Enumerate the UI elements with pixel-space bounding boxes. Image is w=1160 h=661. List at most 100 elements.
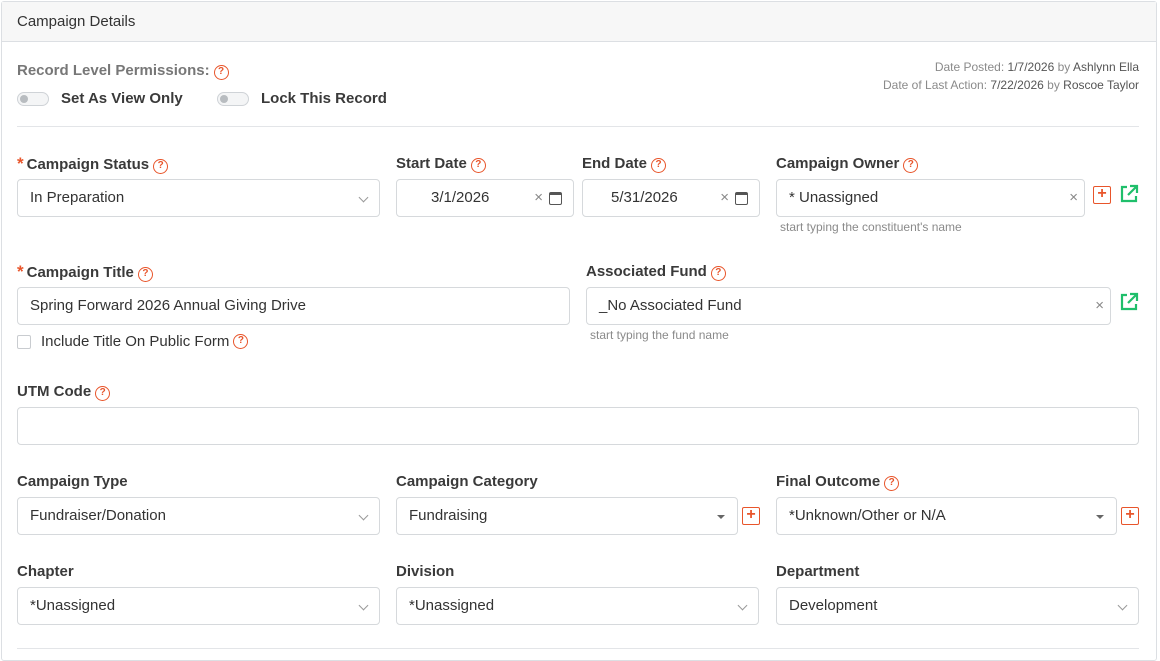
question-circle-icon[interactable]: ?	[884, 476, 900, 491]
division-value: *Unassigned	[409, 597, 495, 614]
final-outcome-select[interactable]: *Unknown/Other or N/A	[776, 497, 1117, 535]
question-circle-icon[interactable]: ?	[137, 267, 153, 282]
associated-fund-input[interactable]: _No Associated Fund ×	[586, 287, 1111, 325]
date-posted-by-word: by	[1057, 60, 1071, 74]
question-circle-icon[interactable]: ?	[95, 386, 111, 401]
question-circle-icon[interactable]: ?	[651, 158, 667, 173]
last-action-by: Roscoe Taylor	[1063, 78, 1139, 92]
end-date-label-text: End Date	[582, 155, 648, 172]
chapter-select[interactable]: *Unassigned	[17, 587, 380, 625]
date-posted-prefix: Date Posted:	[934, 60, 1005, 74]
end-date-input[interactable]: 5/31/2026 ×	[582, 179, 760, 217]
record-permissions-text: Record Level Permissions:	[17, 62, 210, 79]
chapter-value: *Unassigned	[30, 597, 116, 614]
department-label: Department	[776, 563, 860, 580]
campaign-owner-hint: start typing the constituent's name	[780, 220, 962, 234]
lock-record-toggle-group[interactable]: Lock This Record	[217, 90, 387, 107]
end-date-label: End Date?	[582, 155, 667, 173]
department-select[interactable]: Development	[776, 587, 1139, 625]
question-circle-icon[interactable]: ?	[470, 158, 486, 173]
include-title-checkbox-group[interactable]: Include Title On Public Form?	[17, 333, 249, 350]
associated-fund-hint: start typing the fund name	[590, 328, 729, 342]
date-posted-by: Ashlynn Ella	[1072, 60, 1139, 74]
close-icon[interactable]: ×	[534, 180, 543, 216]
bottom-divider	[17, 648, 1139, 649]
final-outcome-value: *Unknown/Other or N/A	[789, 507, 946, 524]
campaign-owner-label-text: Campaign Owner	[776, 155, 900, 172]
caret-down-icon	[717, 515, 725, 519]
department-value: Development	[789, 597, 878, 614]
utm-code-label-text: UTM Code	[17, 383, 92, 400]
chevron-down-icon	[358, 510, 369, 521]
close-icon[interactable]: ×	[1069, 180, 1078, 216]
date-posted-value: 1/7/2026	[1007, 60, 1055, 74]
campaign-title-label-text: Campaign Title	[26, 264, 134, 281]
campaign-title-input[interactable]: Spring Forward 2026 Annual Giving Drive	[17, 287, 570, 325]
chevron-down-icon	[1117, 600, 1128, 611]
chevron-down-icon	[358, 600, 369, 611]
division-select[interactable]: *Unassigned	[396, 587, 759, 625]
campaign-status-value: In Preparation	[30, 189, 125, 206]
campaign-status-label-text: Campaign Status	[26, 156, 150, 173]
campaign-type-select[interactable]: Fundraiser/Donation	[17, 497, 380, 535]
question-circle-icon[interactable]: ?	[153, 159, 169, 174]
plus-square-icon[interactable]: +	[1121, 507, 1139, 525]
last-action-value: 7/22/2026	[990, 78, 1044, 92]
chevron-down-icon	[737, 600, 748, 611]
date-last-action-line: Date of Last Action: 7/22/2026 by Roscoe…	[883, 78, 1139, 92]
campaign-owner-value: * Unassigned	[789, 189, 879, 206]
required-marker: *	[17, 154, 24, 173]
include-title-checkbox[interactable]	[17, 334, 31, 349]
external-link-icon[interactable]	[1119, 184, 1139, 204]
view-only-label: Set As View Only	[61, 90, 183, 107]
campaign-status-select[interactable]: In Preparation	[17, 179, 380, 217]
close-icon[interactable]: ×	[1095, 288, 1104, 324]
view-only-toggle[interactable]	[17, 91, 49, 106]
view-only-toggle-group[interactable]: Set As View Only	[17, 90, 183, 107]
campaign-category-label: Campaign Category	[396, 473, 538, 490]
associated-fund-value: _No Associated Fund	[599, 297, 742, 314]
calendar-icon[interactable]	[735, 192, 748, 205]
question-circle-icon[interactable]: ?	[233, 334, 249, 349]
chapter-label: Chapter	[17, 563, 74, 580]
associated-fund-label: Associated Fund?	[586, 263, 726, 281]
lock-record-toggle[interactable]	[217, 91, 249, 106]
panel-title: Campaign Details	[2, 2, 1156, 42]
question-circle-icon[interactable]: ?	[903, 158, 919, 173]
campaign-category-value: Fundraising	[409, 507, 488, 524]
date-posted-line: Date Posted: 1/7/2026 by Ashlynn Ella	[935, 60, 1139, 74]
campaign-status-label: * Campaign Status?	[17, 154, 169, 174]
end-date-value: 5/31/2026	[611, 189, 678, 206]
section-divider	[17, 126, 1139, 127]
campaign-category-select[interactable]: Fundraising	[396, 497, 738, 535]
calendar-icon[interactable]	[549, 192, 562, 205]
campaign-owner-input[interactable]: * Unassigned ×	[776, 179, 1085, 217]
record-permissions-label: Record Level Permissions:?	[17, 62, 229, 80]
required-marker: *	[17, 262, 24, 281]
campaign-type-label: Campaign Type	[17, 473, 128, 490]
chevron-down-icon	[358, 192, 369, 203]
utm-code-input[interactable]	[17, 407, 1139, 445]
lock-record-label: Lock This Record	[261, 90, 387, 107]
caret-down-icon	[1096, 515, 1104, 519]
start-date-label: Start Date?	[396, 155, 486, 173]
question-circle-icon[interactable]: ?	[710, 266, 726, 281]
question-circle-icon[interactable]: ?	[213, 65, 229, 80]
external-link-icon[interactable]	[1119, 292, 1139, 312]
include-title-label: Include Title On Public Form	[41, 333, 230, 350]
start-date-input[interactable]: 3/1/2026 ×	[396, 179, 574, 217]
last-action-by-word: by	[1047, 78, 1060, 92]
campaign-title-value: Spring Forward 2026 Annual Giving Drive	[30, 297, 306, 314]
close-icon[interactable]: ×	[720, 180, 729, 216]
last-action-prefix: Date of Last Action:	[883, 78, 988, 92]
plus-square-icon[interactable]: +	[742, 507, 760, 525]
campaign-type-value: Fundraiser/Donation	[30, 507, 166, 524]
plus-square-icon[interactable]: +	[1093, 186, 1111, 204]
final-outcome-label-text: Final Outcome	[776, 473, 881, 490]
start-date-label-text: Start Date	[396, 155, 467, 172]
final-outcome-label: Final Outcome?	[776, 473, 900, 491]
start-date-value: 3/1/2026	[431, 189, 490, 206]
campaign-owner-label: Campaign Owner?	[776, 155, 919, 173]
campaign-title-label: * Campaign Title?	[17, 262, 153, 282]
associated-fund-label-text: Associated Fund	[586, 263, 707, 280]
